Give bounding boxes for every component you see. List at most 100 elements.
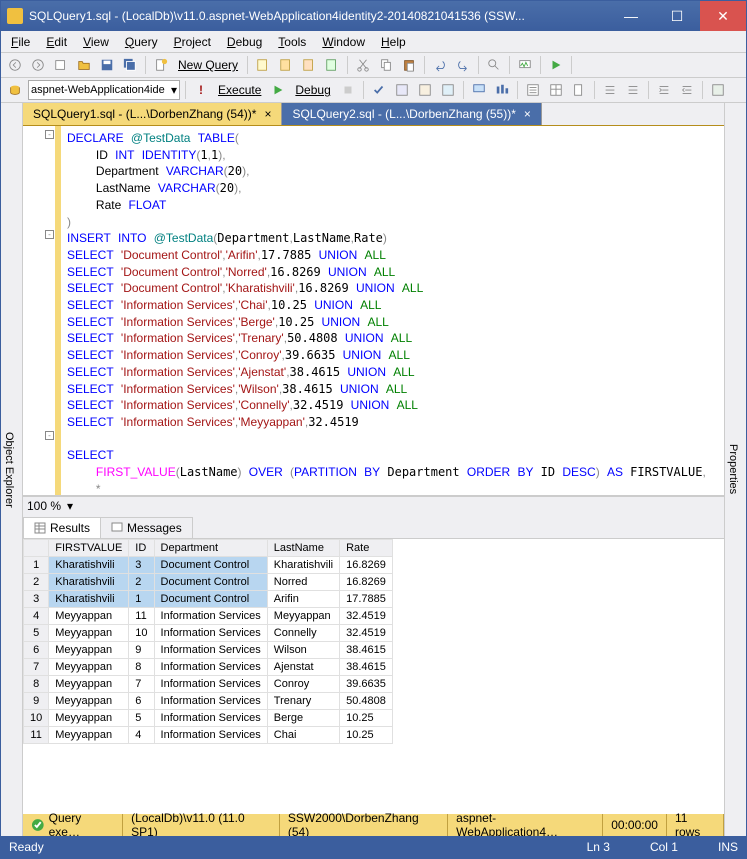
window-title: SQLQuery1.sql - (LocalDb)\v11.0.aspnet-W… bbox=[29, 9, 608, 23]
menu-file[interactable]: File bbox=[5, 33, 36, 51]
debug-icon[interactable] bbox=[268, 80, 288, 100]
column-header[interactable] bbox=[24, 540, 49, 557]
toolbar-sql: ▾ ! Execute Debug bbox=[1, 78, 746, 103]
execute-icon[interactable]: ! bbox=[191, 80, 211, 100]
menu-view[interactable]: View bbox=[77, 33, 115, 51]
intellisense-button[interactable] bbox=[438, 80, 458, 100]
messages-tab[interactable]: Messages bbox=[100, 517, 193, 539]
menu-project[interactable]: Project bbox=[168, 33, 217, 51]
parse-button[interactable] bbox=[369, 80, 389, 100]
fold-icon[interactable]: - bbox=[45, 431, 54, 440]
nav-back-button[interactable] bbox=[5, 55, 25, 75]
include-stats-button[interactable] bbox=[492, 80, 512, 100]
indent-button[interactable] bbox=[654, 80, 674, 100]
query-options-button[interactable] bbox=[415, 80, 435, 100]
paste-button[interactable] bbox=[399, 55, 419, 75]
dmx-query-icon[interactable] bbox=[299, 55, 319, 75]
find-button[interactable] bbox=[484, 55, 504, 75]
undo-button[interactable] bbox=[430, 55, 450, 75]
status-ins: INS bbox=[718, 840, 738, 854]
table-row[interactable]: 11Meyyappan4Information ServicesChai10.2… bbox=[24, 727, 393, 744]
cancel-query-button[interactable] bbox=[338, 80, 358, 100]
fold-icon[interactable]: - bbox=[45, 230, 54, 239]
close-tab-icon[interactable]: × bbox=[524, 107, 531, 121]
table-row[interactable]: 4Meyyappan11Information ServicesMeyyappa… bbox=[24, 608, 393, 625]
zoom-level[interactable]: 100 % bbox=[27, 499, 61, 513]
table-row[interactable]: 6Meyyappan9Information ServicesWilson38.… bbox=[24, 642, 393, 659]
comment-button[interactable] bbox=[600, 80, 620, 100]
dropdown-icon: ▾ bbox=[171, 83, 177, 97]
tab-sqlquery2[interactable]: SQLQuery2.sql - (L...\DorbenZhang (55))*… bbox=[282, 103, 541, 125]
results-tab[interactable]: Results bbox=[23, 517, 101, 539]
minimize-button[interactable]: — bbox=[608, 1, 654, 31]
column-header[interactable]: FIRSTVALUE bbox=[49, 540, 129, 557]
query-statusbar: Query exe… (LocalDb)\v11.0 (11.0 SP1) SS… bbox=[23, 814, 724, 836]
toolbar-main: New Query bbox=[1, 53, 746, 78]
table-row[interactable]: 2Kharatishvili2Document ControlNorred16.… bbox=[24, 574, 393, 591]
status-col: Col 1 bbox=[650, 840, 678, 854]
start-button[interactable] bbox=[546, 55, 566, 75]
column-header[interactable]: Rate bbox=[340, 540, 393, 557]
save-all-button[interactable] bbox=[120, 55, 140, 75]
nav-fwd-button[interactable] bbox=[28, 55, 48, 75]
outdent-button[interactable] bbox=[677, 80, 697, 100]
status-time: 00:00:00 bbox=[603, 814, 667, 836]
menu-debug[interactable]: Debug bbox=[221, 33, 268, 51]
table-row[interactable]: 10Meyyappan5Information ServicesBerge10.… bbox=[24, 710, 393, 727]
close-button[interactable]: ✕ bbox=[700, 1, 746, 31]
column-header[interactable]: LastName bbox=[267, 540, 339, 557]
db-engine-query-icon[interactable] bbox=[253, 55, 273, 75]
new-query-label[interactable]: New Query bbox=[174, 58, 242, 72]
object-explorer-tab[interactable]: Object Explorer bbox=[1, 103, 23, 836]
results-file-button[interactable] bbox=[569, 80, 589, 100]
database-input[interactable] bbox=[31, 84, 171, 96]
table-row[interactable]: 8Meyyappan7Information ServicesConroy39.… bbox=[24, 676, 393, 693]
close-tab-icon[interactable]: × bbox=[264, 107, 271, 121]
status-rows: 11 rows bbox=[667, 814, 724, 836]
table-row[interactable]: 7Meyyappan8Information ServicesAjenstat3… bbox=[24, 659, 393, 676]
menu-window[interactable]: Window bbox=[316, 33, 371, 51]
display-plan-button[interactable] bbox=[392, 80, 412, 100]
cut-button[interactable] bbox=[353, 55, 373, 75]
mdx-query-icon[interactable] bbox=[276, 55, 296, 75]
uncomment-button[interactable] bbox=[623, 80, 643, 100]
sql-editor[interactable]: - - - DECLARE @TestData TABLE( ID INT ID… bbox=[23, 126, 724, 496]
column-header[interactable]: ID bbox=[129, 540, 154, 557]
change-connection-icon[interactable] bbox=[5, 80, 25, 100]
new-query-icon[interactable] bbox=[151, 55, 171, 75]
table-row[interactable]: 9Meyyappan6Information ServicesTrenary50… bbox=[24, 693, 393, 710]
activity-monitor-icon[interactable] bbox=[515, 55, 535, 75]
execute-label[interactable]: Execute bbox=[214, 83, 265, 97]
table-row[interactable]: 1Kharatishvili3Document ControlKharatish… bbox=[24, 557, 393, 574]
results-grid[interactable]: FIRSTVALUEIDDepartmentLastNameRate1Khara… bbox=[23, 539, 724, 814]
maximize-button[interactable]: ☐ bbox=[654, 1, 700, 31]
database-selector[interactable]: ▾ bbox=[28, 80, 180, 100]
status-line: Ln 3 bbox=[587, 840, 610, 854]
open-button[interactable] bbox=[74, 55, 94, 75]
specify-template-button[interactable] bbox=[708, 80, 728, 100]
table-row[interactable]: 3Kharatishvili1Document ControlArifin17.… bbox=[24, 591, 393, 608]
new-project-button[interactable] bbox=[51, 55, 71, 75]
menu-help[interactable]: Help bbox=[375, 33, 412, 51]
table-row[interactable]: 5Meyyappan10Information ServicesConnelly… bbox=[24, 625, 393, 642]
copy-button[interactable] bbox=[376, 55, 396, 75]
app-icon bbox=[7, 8, 23, 24]
results-text-button[interactable] bbox=[523, 80, 543, 100]
menubar: File Edit View Query Project Debug Tools… bbox=[1, 31, 746, 53]
redo-button[interactable] bbox=[453, 55, 473, 75]
column-header[interactable]: Department bbox=[154, 540, 267, 557]
menu-tools[interactable]: Tools bbox=[272, 33, 312, 51]
include-plan-button[interactable] bbox=[469, 80, 489, 100]
xmla-query-icon[interactable] bbox=[322, 55, 342, 75]
menu-edit[interactable]: Edit bbox=[40, 33, 73, 51]
save-button[interactable] bbox=[97, 55, 117, 75]
debug-label[interactable]: Debug bbox=[291, 83, 334, 97]
tab-sqlquery1[interactable]: SQLQuery1.sql - (L...\DorbenZhang (54))*… bbox=[23, 103, 282, 125]
status-server: (LocalDb)\v11.0 (11.0 SP1) bbox=[123, 814, 280, 836]
results-grid-button[interactable] bbox=[546, 80, 566, 100]
status-ready: Ready bbox=[9, 840, 44, 854]
menu-query[interactable]: Query bbox=[119, 33, 164, 51]
properties-tab[interactable]: Properties bbox=[724, 103, 746, 836]
fold-icon[interactable]: - bbox=[45, 130, 54, 139]
zoom-bar: 100 %▾ bbox=[23, 496, 724, 514]
